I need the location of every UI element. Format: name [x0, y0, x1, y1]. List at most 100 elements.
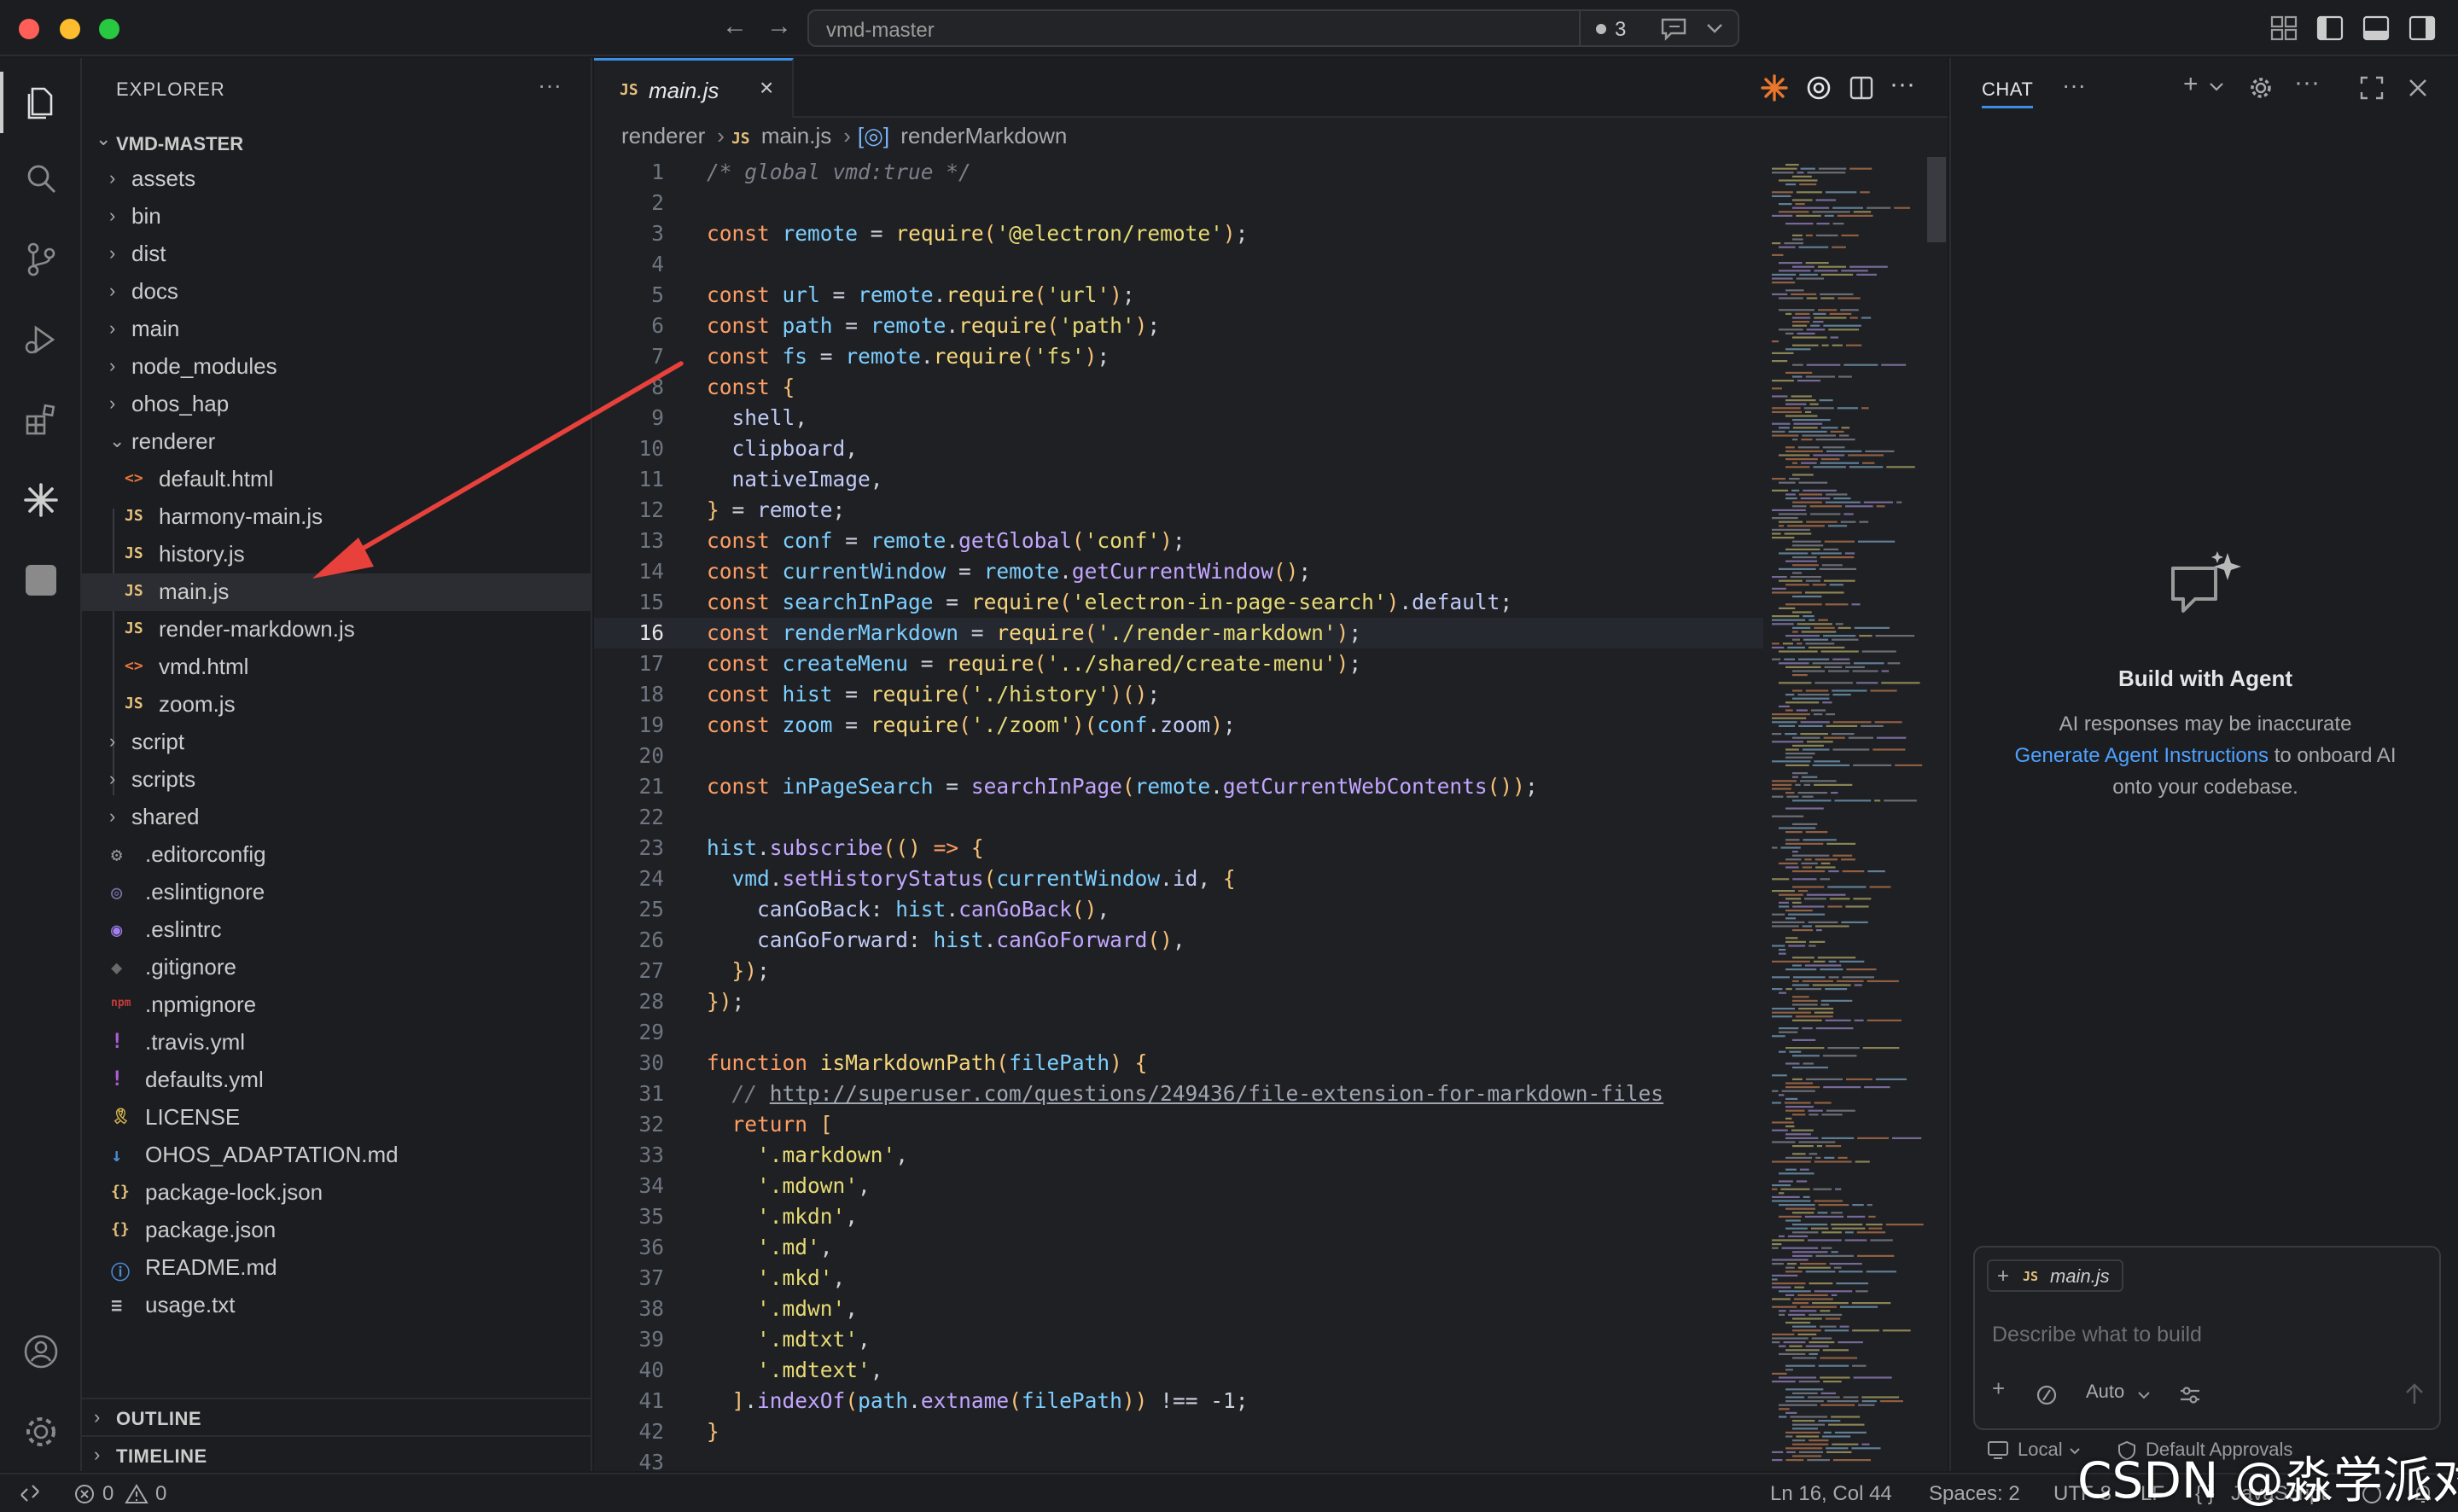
code-line[interactable]: 2 [594, 188, 1763, 218]
chat-bubble-icon[interactable] [1659, 16, 1690, 42]
code-line[interactable]: 40 '.mdtext', [594, 1355, 1763, 1386]
remote-indicator-icon[interactable] [19, 1483, 41, 1503]
code-line[interactable]: 24 vmd.setHistoryStatus(currentWindow.id… [594, 864, 1763, 894]
breadcrumb-symbol[interactable]: renderMarkdown [900, 123, 1067, 148]
folder-item-node-modules[interactable]: › node_modules [82, 348, 591, 386]
file-item-usage-txt[interactable]: ≡ usage.txt [82, 1287, 591, 1324]
minimize-window-button[interactable] [60, 19, 80, 39]
file-item-travis-yml[interactable]: ! .travis.yml [82, 1024, 591, 1061]
folder-item-script[interactable]: › script [82, 724, 591, 761]
attach-plus-icon[interactable]: + [1992, 1375, 2005, 1402]
cursor-position[interactable]: Ln 16, Col 44 [1770, 1482, 1892, 1506]
code-line[interactable]: 14 const currentWindow = remote.getCurren… [594, 556, 1763, 587]
customize-layout-icon[interactable] [2270, 15, 2298, 41]
indentation[interactable]: Spaces: 2 [1929, 1482, 2020, 1506]
extensions-icon[interactable] [20, 399, 61, 440]
code-line[interactable]: 7 const fs = remote.require('fs'); [594, 341, 1763, 372]
code-line[interactable]: 27 }); [594, 956, 1763, 986]
split-editor-icon[interactable] [1849, 75, 1874, 101]
account-icon[interactable] [20, 1331, 61, 1372]
file-item-render-markdown-js[interactable]: JS render-markdown.js [82, 611, 591, 648]
breadcrumb-folder[interactable]: renderer [621, 123, 705, 148]
toggle-primary-sidebar-icon[interactable] [2316, 15, 2344, 41]
chevron-down-icon[interactable] [2209, 82, 2224, 92]
file-item-zoom-js[interactable]: JS zoom.js [82, 686, 591, 724]
folder-item-bin[interactable]: › bin [82, 198, 591, 236]
code-line[interactable]: 37 '.mkd', [594, 1263, 1763, 1294]
code-line[interactable]: 18 const hist = require('./history')(); [594, 679, 1763, 710]
openai-icon[interactable] [1804, 73, 1833, 102]
claude-sparkle-icon[interactable] [1760, 73, 1789, 102]
file-item-gitignore[interactable]: ◆ .gitignore [82, 949, 591, 986]
code-line[interactable]: 36 '.md', [594, 1232, 1763, 1263]
folder-item-ohos-hap[interactable]: › ohos_hap [82, 386, 591, 423]
code-line[interactable]: 1 /* global vmd:true */ [594, 157, 1763, 188]
chat-settings-gear-icon[interactable] [2248, 75, 2274, 101]
code-line[interactable]: 26 canGoForward: hist.canGoForward(), [594, 925, 1763, 956]
chat-more-icon[interactable]: ··· [2062, 72, 2086, 99]
chat-input-field[interactable]: Describe what to build [1992, 1323, 2202, 1347]
code-line[interactable]: 11 nativeImage, [594, 464, 1763, 495]
explorer-icon[interactable] [20, 82, 61, 123]
code-line[interactable]: 4 [594, 249, 1763, 280]
folder-item-docs[interactable]: › docs [82, 273, 591, 311]
file-item-vmd-html[interactable]: <> vmd.html [82, 648, 591, 686]
breadcrumb-file[interactable]: main.js [761, 123, 831, 148]
editor-more-actions-icon[interactable]: ··· [1890, 70, 1915, 99]
new-chat-plus-icon[interactable]: + [2183, 70, 2199, 99]
code-line[interactable]: 15 const searchInPage = require('electron… [594, 587, 1763, 618]
run-debug-icon[interactable] [20, 319, 61, 360]
code-line[interactable]: 3 const remote = require('@electron/remot… [594, 218, 1763, 249]
workspace-root[interactable]: ⌄ VMD-MASTER [90, 123, 585, 160]
code-line[interactable]: 13 const conf = remote.getGlobal('conf'); [594, 526, 1763, 556]
code-line[interactable]: 38 '.mdwn', [594, 1294, 1763, 1324]
code-line[interactable]: 5 const url = remote.require('url'); [594, 280, 1763, 311]
code-editor[interactable]: 1/* global vmd:true */2 3 const remote = r… [594, 157, 1763, 1478]
code-line[interactable]: 19 const zoom = require('./zoom')(conf.zo… [594, 710, 1763, 741]
search-icon[interactable] [20, 159, 61, 200]
code-line[interactable]: 34 '.mdown', [594, 1171, 1763, 1201]
folder-item-scripts[interactable]: › scripts [82, 761, 591, 799]
folder-item-shared[interactable]: › shared [82, 799, 591, 836]
code-line[interactable]: 10 clipboard, [594, 433, 1763, 464]
code-line[interactable]: 33 '.markdown', [594, 1140, 1763, 1171]
file-item-harmony-main-js[interactable]: JS harmony-main.js [82, 498, 591, 536]
error-count[interactable]: 0 [102, 1482, 114, 1506]
chevron-down-icon[interactable] [2137, 1391, 2151, 1399]
code-line[interactable]: 12} = remote; [594, 495, 1763, 526]
file-item-readme-md[interactable]: ⓘ README.md [82, 1249, 591, 1287]
code-line[interactable]: 23 hist.subscribe(() => { [594, 833, 1763, 864]
code-line[interactable]: 16 const renderMarkdown = require('./rend… [594, 618, 1763, 648]
agent-sparkle-icon[interactable] [20, 480, 61, 520]
folder-item-assets[interactable]: › assets [82, 160, 591, 198]
close-window-button[interactable] [19, 19, 39, 39]
forward-arrow-icon[interactable]: → [766, 12, 792, 41]
code-line[interactable]: 30 function isMarkdownPath(filePath) { [594, 1048, 1763, 1079]
chat-overflow-icon[interactable]: ··· [2294, 68, 2320, 97]
file-item-package-json[interactable]: {} package.json [82, 1212, 591, 1249]
vertical-scrollbar[interactable] [1927, 157, 1946, 242]
tools-icon[interactable] [2035, 1384, 2059, 1406]
command-center[interactable]: vmd-master 3 [807, 9, 1739, 47]
timeline-section-header[interactable]: › TIMELINE [82, 1435, 591, 1473]
more-actions-icon[interactable]: ··· [538, 72, 562, 99]
code-line[interactable]: 39 '.mdtxt', [594, 1324, 1763, 1355]
maximize-icon[interactable] [2359, 75, 2385, 101]
file-item-main-js[interactable]: JS main.js [82, 573, 591, 611]
remote-explorer-icon[interactable] [20, 560, 61, 601]
file-item-editorconfig[interactable]: ⚙ .editorconfig [82, 836, 591, 874]
minimap[interactable] [1763, 157, 1934, 1471]
model-picker-label[interactable]: Auto [2086, 1381, 2124, 1403]
folder-item-main[interactable]: › main [82, 311, 591, 348]
code-line[interactable]: 41 ].indexOf(path.extname(filePath)) !==… [594, 1386, 1763, 1416]
file-item-eslintrc[interactable]: ◉ .eslintrc [82, 911, 591, 949]
settings-gear-icon[interactable] [20, 1411, 61, 1452]
code-line[interactable]: 32 return [ [594, 1109, 1763, 1140]
file-item-npmignore[interactable]: npm .npmignore [82, 986, 591, 1024]
toggle-secondary-sidebar-icon[interactable] [2408, 15, 2436, 41]
folder-item-dist[interactable]: › dist [82, 236, 591, 273]
code-line[interactable]: 8 const { [594, 372, 1763, 403]
code-line[interactable]: 29 [594, 1017, 1763, 1048]
code-line[interactable]: 25 canGoBack: hist.canGoBack(), [594, 894, 1763, 925]
context-file-chip[interactable]: + JS main.js [1987, 1259, 2123, 1292]
